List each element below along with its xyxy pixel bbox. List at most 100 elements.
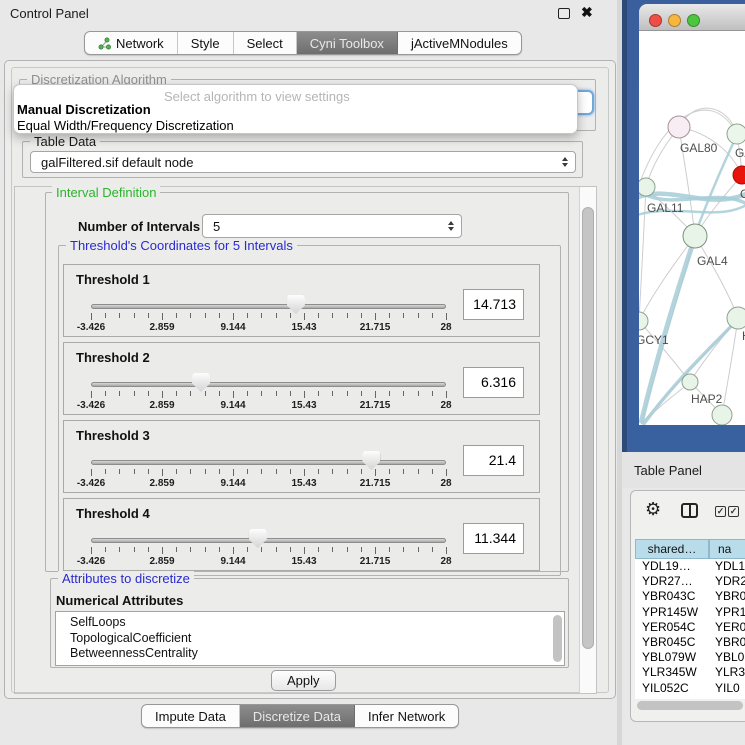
threshold-4-slider-handle[interactable] [249,529,267,548]
network-edge[interactable] [695,236,738,318]
table-row[interactable]: YER054CYER0 [635,620,745,635]
threshold-4-slider-track[interactable] [91,538,446,543]
network-node-gcy1[interactable] [639,312,648,330]
table-row[interactable]: YDL19…YDL1 [635,559,745,574]
network-node-gal11[interactable] [639,178,655,196]
horizontal-scrollbar-thumb[interactable] [637,701,743,710]
split-columns-icon[interactable] [681,503,698,518]
network-node-gal4[interactable] [683,224,707,248]
table-cell: YLR345W [635,665,709,680]
bottom-tab-infer-network-label: Infer Network [368,709,445,724]
checkbox-icon[interactable]: ✓ [728,506,739,517]
attribute-item-selfloops[interactable]: SelfLoops [56,615,564,631]
close-traffic-light-icon[interactable] [649,14,662,27]
tab-network[interactable]: Network [85,32,178,54]
tab-style[interactable]: Style [178,32,234,54]
threshold-1-slider-handle[interactable] [287,295,305,314]
attribute-item-topologicalcoefficient[interactable]: TopologicalCoefficient [56,631,564,647]
network-node-bottom-node[interactable] [712,405,732,425]
slider-ticks: -3.4262.8599.14415.4321.71528 [91,391,447,400]
tick-label: 2.859 [149,556,174,567]
dropdown-hint: Select algorithm to view settings [164,89,350,104]
zoom-traffic-light-icon[interactable] [687,14,700,27]
check-icon: ✓ [717,507,725,516]
table-cell: YBR045C [635,635,709,650]
table-column-header-1[interactable]: na [709,539,745,559]
table-row[interactable]: YBL079WYBL0 [635,650,745,665]
float-window-icon[interactable] [558,8,570,19]
threshold-3-slider-handle[interactable] [362,451,380,470]
tick-label: -3.426 [77,400,105,411]
network-node-gal80[interactable] [668,116,690,138]
threshold-3-label: Threshold 3 [76,428,150,443]
tab-select-label: Select [247,36,283,51]
table-row[interactable]: YDR27…YDR2 [635,574,745,589]
dropdown-option-manual-discretization[interactable]: Manual Discretization [17,102,151,117]
tick-label: 21.715 [360,400,391,411]
threshold-3-value-field[interactable]: 21.4 [463,445,524,476]
bottom-tab-discretize-data[interactable]: Discretize Data [240,705,355,727]
threshold-2-value-field[interactable]: 6.316 [463,367,524,398]
tab-cyni-toolbox[interactable]: Cyni Toolbox [297,32,398,54]
threshold-2-slider-handle[interactable] [192,373,210,392]
tick-label: 28 [440,322,451,333]
bottom-tab-infer-network[interactable]: Infer Network [355,705,458,727]
top-tab-bar: Network Style Select Cyni ToolboxjActiveMNo… [84,31,522,55]
threshold-1-slider-track[interactable] [91,304,446,309]
threshold-4-value-field[interactable]: 11.344 [463,523,524,554]
table-row[interactable]: YIL052CYIL0 [635,681,745,696]
vertical-scrollbar-thumb[interactable] [582,207,594,649]
network-node-red-node[interactable] [733,166,745,184]
threshold-1-panel: Threshold 1-3.4262.8599.14415.4321.71528… [63,264,540,337]
table-data-combo[interactable]: galFiltered.sif default node [30,151,576,173]
threshold-1-value-field[interactable]: 14.713 [463,289,524,320]
table-cell: YIL0 [709,681,740,696]
table-row[interactable]: YLR345WYLR3 [635,665,745,680]
tick-label: 9.144 [220,400,245,411]
network-node-top-right[interactable] [727,124,745,144]
attributes-list-scrollbar[interactable] [553,615,562,662]
tab-network-label: Network [116,36,164,51]
gear-icon[interactable]: ⚙ [645,500,661,518]
apply-button[interactable]: Apply [271,670,336,691]
network-canvas[interactable]: GAL80GACGAL11GAL4GCY1HHAP2 [639,31,745,425]
table-row[interactable]: YPR145WYPR1 [635,605,745,620]
network-edge[interactable] [639,236,695,321]
network-node-h-node[interactable] [727,307,745,329]
table-cell: YDL19… [635,559,709,574]
tick-label: 21.715 [360,322,391,333]
threshold-2-slider-track[interactable] [91,382,446,387]
num-intervals-combo[interactable]: 5 [202,214,462,238]
tab-style-label: Style [191,36,220,51]
table-row[interactable]: YBR045CYBR0 [635,635,745,650]
threshold-1-label: Threshold 1 [76,272,150,287]
tick-label: -3.426 [77,478,105,489]
network-node-label-gal11: GAL11 [647,201,684,215]
bottom-tab-bar: Impute DataDiscretize Data Infer Network [141,704,459,728]
vertical-scrollbar[interactable] [579,187,596,693]
algorithm-dropdown-popup: Select algorithm to view settings Manual… [13,84,578,134]
dropdown-option-equal-width-frequency-discretization[interactable]: Equal Width/Frequency Discretization [17,118,234,133]
slider-ticks: -3.4262.8599.14415.4321.71528 [91,547,447,556]
network-window-titlebar[interactable] [639,4,745,31]
bottom-tab-impute-data[interactable]: Impute Data [142,705,240,727]
table-cell: YDR2 [709,574,745,589]
table-cell: YBR0 [709,589,745,604]
close-icon[interactable]: ✖ [581,4,593,21]
attribute-item-betweennesscentrality[interactable]: BetweennessCentrality [56,646,564,662]
threshold-3-slider-track[interactable] [91,460,446,465]
network-node-label-red-node: C [740,187,745,201]
table-cell: YER0 [709,620,745,635]
network-node-hap2[interactable] [682,374,698,390]
table-column-header-0[interactable]: shared… [635,539,709,559]
table-row[interactable]: YBR043CYBR0 [635,589,745,604]
tab-select[interactable]: Select [234,32,297,54]
threshold-4-label: Threshold 4 [76,506,150,521]
network-edge[interactable] [639,187,646,321]
tab-jactivemnodules[interactable]: jActiveMNodules [398,32,521,54]
minimize-traffic-light-icon[interactable] [668,14,681,27]
checkbox-icon[interactable]: ✓ [715,506,726,517]
attributes-list[interactable]: SelfLoopsTopologicalCoefficientBetweenne… [55,611,565,666]
table-body: YDL19…YDL1YDR27…YDR2YBR043CYBR0YPR145WYP… [635,559,745,699]
network-node-label-top-right: GA [735,146,745,160]
